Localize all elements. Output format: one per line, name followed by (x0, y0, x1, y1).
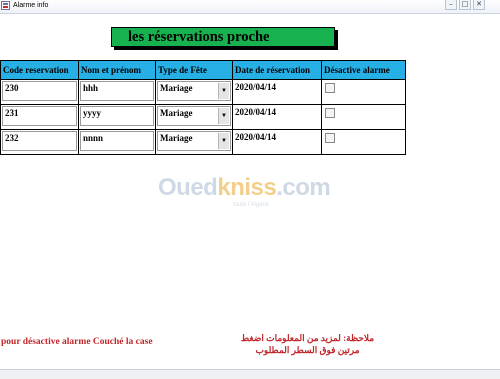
event-type-value: Mariage (160, 83, 193, 93)
watermark-main: Oued (158, 174, 218, 201)
event-type-select[interactable]: Mariage ▼ (157, 81, 231, 101)
name-field[interactable]: nnnn (80, 131, 154, 151)
dropdown-arrow-icon[interactable]: ▼ (218, 133, 229, 149)
dropdown-arrow-icon[interactable]: ▼ (218, 83, 229, 99)
name-field[interactable]: yyyy (80, 106, 154, 126)
ouedkniss-watermark: Ouedkniss.com (158, 174, 331, 202)
event-type-value: Mariage (160, 133, 193, 143)
table-row[interactable]: 231 yyyy Mariage ▼ 2020/04/14 (0, 104, 406, 130)
table-row[interactable]: 232 nnnn Mariage ▼ 2020/04/14 (0, 129, 406, 155)
watermark-suffix: .com (276, 174, 331, 201)
code-field[interactable]: 230 (2, 81, 77, 101)
disable-alarm-checkbox[interactable] (325, 83, 335, 93)
code-field[interactable]: 232 (2, 131, 77, 151)
title-bar: Alarme info – □ ✕ (0, 0, 500, 14)
disable-alarm-checkbox[interactable] (325, 133, 335, 143)
code-field[interactable]: 231 (2, 106, 77, 126)
form-icon (1, 1, 10, 10)
close-button[interactable]: ✕ (473, 0, 485, 10)
window-title: Alarme info (13, 2, 49, 9)
watermark-subtitle: toute l'Algérie (233, 202, 270, 208)
date-value: 2020/04/14 (235, 132, 277, 142)
event-type-select[interactable]: Mariage ▼ (157, 131, 231, 151)
page-title: les réservations proche (111, 27, 335, 47)
event-type-value: Mariage (160, 108, 193, 118)
dropdown-arrow-icon[interactable]: ▼ (218, 108, 229, 124)
column-header-name: Nom et prénom (78, 60, 156, 80)
table-header-row: Code reservation Nom et prénom Type de F… (0, 60, 406, 80)
watermark-accent: kniss (217, 174, 277, 201)
column-header-disable-alarm: Désactive alarme (321, 60, 406, 80)
date-value: 2020/04/14 (235, 107, 277, 117)
disable-alarm-note: pour désactive alarme Couché la case (1, 337, 153, 347)
maximize-button[interactable]: □ (459, 0, 471, 10)
event-type-select[interactable]: Mariage ▼ (157, 106, 231, 126)
column-header-type: Type de Fête (155, 60, 233, 80)
reservations-table: Code reservation Nom et prénom Type de F… (0, 60, 406, 155)
name-field[interactable]: hhh (80, 81, 154, 101)
arabic-instruction-note: ملاحظة: لمزيد من المعلومات اضغط مرتين فو… (240, 333, 375, 355)
column-header-code: Code reservation (0, 60, 79, 80)
date-value: 2020/04/14 (235, 82, 277, 92)
column-header-date: Date de réservation (232, 60, 322, 80)
minimize-button[interactable]: – (445, 0, 457, 10)
table-row[interactable]: 230 hhh Mariage ▼ 2020/04/14 (0, 79, 406, 105)
disable-alarm-checkbox[interactable] (325, 108, 335, 118)
